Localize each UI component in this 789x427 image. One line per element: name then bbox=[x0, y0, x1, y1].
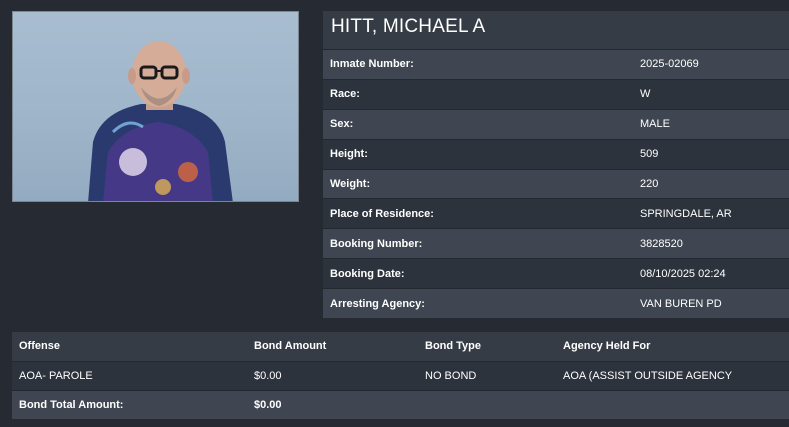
info-value: 3828520 bbox=[640, 237, 683, 250]
info-row: Sex: MALE bbox=[323, 108, 789, 139]
info-row: Race: W bbox=[323, 78, 789, 109]
charges-header-row: Offense Bond Amount Bond Type Agency Hel… bbox=[12, 332, 789, 361]
mugshot-illustration bbox=[88, 41, 233, 201]
info-label: Booking Number: bbox=[330, 237, 423, 250]
info-label: Weight: bbox=[330, 178, 371, 190]
info-value: VAN BUREN PD bbox=[640, 297, 722, 310]
info-label: Booking Date: bbox=[330, 267, 405, 280]
bond-total-value: $0.00 bbox=[254, 398, 282, 411]
info-value: 08/10/2025 02:24 bbox=[640, 267, 726, 280]
info-row: Height: 509 bbox=[323, 138, 789, 169]
info-row: Booking Date: 08/10/2025 02:24 bbox=[323, 258, 789, 289]
bond-amount-header: Bond Amount bbox=[254, 340, 327, 353]
offense-cell: AOA- PAROLE bbox=[19, 369, 93, 382]
info-value: 220 bbox=[640, 178, 659, 190]
info-value: SPRINGDALE, AR bbox=[640, 207, 732, 220]
info-value: W bbox=[640, 88, 651, 101]
info-row: Weight: 220 bbox=[323, 168, 789, 199]
charges-table: Offense Bond Amount Bond Type Agency Hel… bbox=[12, 332, 789, 419]
info-label: Race: bbox=[330, 88, 360, 101]
agency-held-for-header: Agency Held For bbox=[563, 340, 651, 353]
bond-type-cell: NO BOND bbox=[425, 369, 477, 382]
offense-header: Offense bbox=[19, 340, 60, 353]
info-label: Place of Residence: bbox=[330, 207, 434, 220]
info-value: MALE bbox=[640, 118, 670, 131]
empty-cell bbox=[556, 390, 789, 419]
charge-row: AOA- PAROLE $0.00 NO BOND AOA (ASSIST OU… bbox=[12, 361, 789, 390]
info-label: Arresting Agency: bbox=[330, 297, 425, 310]
info-value: 509 bbox=[640, 148, 659, 161]
inmate-info-panel: HITT, MICHAEL A Inmate Number: 2025-02069… bbox=[323, 11, 789, 319]
info-label: Height: bbox=[330, 148, 368, 161]
empty-cell bbox=[418, 390, 556, 419]
bond-type-header: Bond Type bbox=[425, 340, 482, 353]
info-row: Place of Residence: SPRINGDALE, AR bbox=[323, 198, 789, 229]
mugshot-photo bbox=[12, 11, 299, 202]
bond-amount-cell: $0.00 bbox=[254, 369, 282, 382]
info-label: Inmate Number: bbox=[330, 58, 414, 71]
info-row: Inmate Number: 2025-02069 bbox=[323, 49, 789, 79]
info-label: Sex: bbox=[330, 118, 354, 131]
info-value: 2025-02069 bbox=[640, 58, 699, 71]
info-row: Arresting Agency: VAN BUREN PD bbox=[323, 288, 789, 319]
bond-total-row: Bond Total Amount: $0.00 bbox=[12, 390, 789, 419]
inmate-name: HITT, MICHAEL A bbox=[323, 11, 789, 49]
agency-held-for-cell: AOA (ASSIST OUTSIDE AGENCY bbox=[563, 369, 733, 382]
bond-total-label: Bond Total Amount: bbox=[19, 398, 124, 411]
info-row: Booking Number: 3828520 bbox=[323, 228, 789, 259]
